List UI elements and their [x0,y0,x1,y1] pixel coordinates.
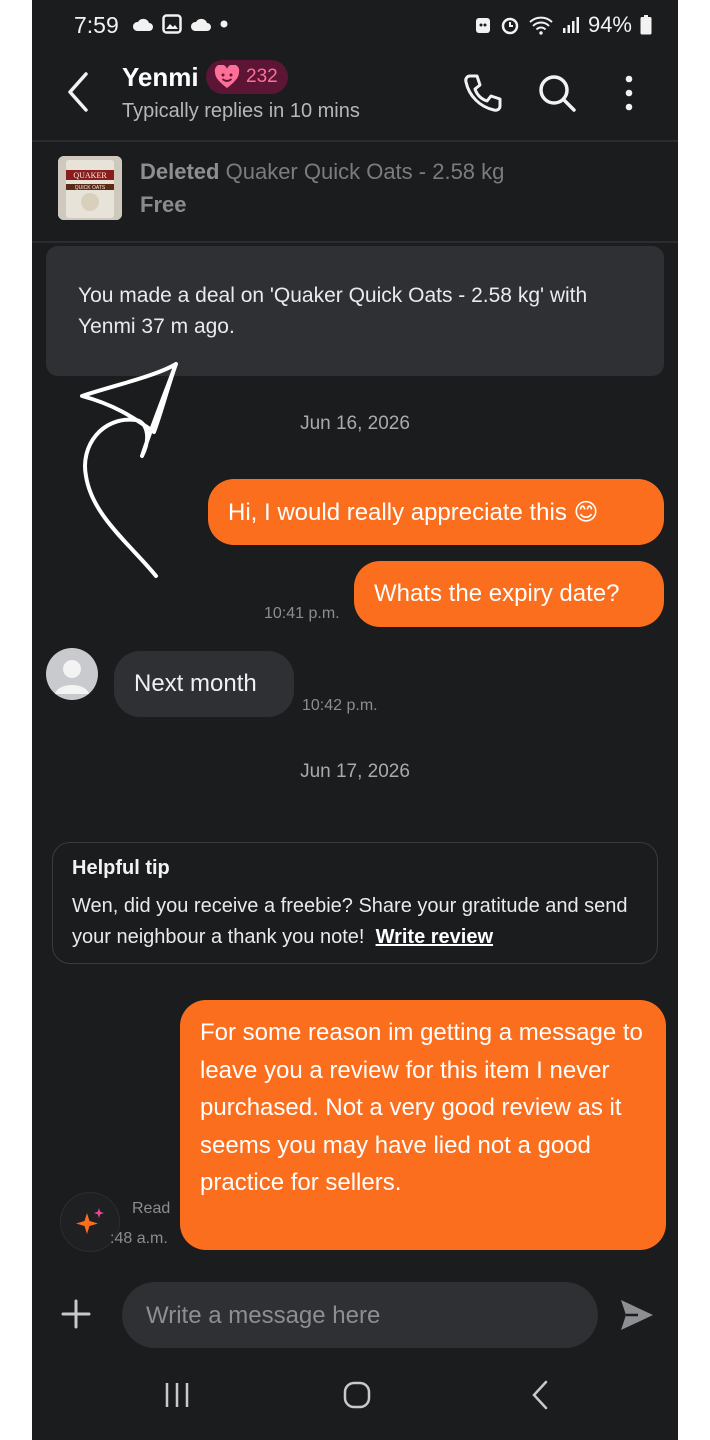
listing-price: Free [140,192,187,217]
deal-notice-text: You made a deal on 'Quaker Quick Oats - … [78,284,588,338]
home-nav-button[interactable] [342,1380,372,1415]
message-text-main: Hi, I would really appreciate this [228,499,567,526]
heart-face-icon [214,65,240,88]
date-divider: Jun 17, 2026 [300,761,410,782]
search-button[interactable] [536,72,578,119]
back-icon [68,72,88,112]
home-nav-icon [343,1381,371,1409]
signal-icon [562,17,579,33]
listing-title[interactable]: Deleted Quaker Quick Oats - 2.58 kg [140,159,504,185]
send-icon [621,1300,653,1330]
message-text: For some reason im getting a message to … [200,1019,643,1196]
karma-badge: 232 [206,60,288,94]
phone-icon [464,74,502,112]
search-icon [539,75,576,112]
thumb-caption: QUICK OATS [75,185,106,191]
tip-body: Wen, did you receive a freebie? Share yo… [72,895,628,948]
chat-title[interactable]: Yenmi [122,62,199,93]
listing-name: Quaker Quick Oats - 2.58 kg [225,159,505,184]
message-text: Whats the expiry date? [374,580,620,607]
message-text: Hi, I would really appreciate this 😊 [228,498,599,527]
status-time: 7:59 [74,12,119,38]
recents-nav-icon [165,1383,189,1407]
avatar[interactable] [46,648,98,700]
dot-icon [220,20,228,28]
listing-status: Deleted [140,159,220,184]
smile-emoji: 😊 [573,499,599,526]
battery-icon [640,15,652,35]
listing-divider [32,241,678,243]
message-input[interactable] [144,1282,588,1350]
message-time: 10:42 p.m. [302,697,378,714]
cloud-icon [132,18,153,31]
sparkle-icon [76,1208,104,1234]
attach-button[interactable] [60,1298,92,1335]
back-button[interactable] [62,70,96,119]
tip-title: Helpful tip [72,857,170,879]
call-button[interactable] [462,72,504,119]
read-receipt: Read [132,1200,171,1217]
status-right: 94% [474,12,652,38]
header-divider [32,140,678,142]
battery-percent: 94% [587,12,632,37]
cloud-icon [190,18,211,31]
hand-drawn-arrow [80,362,178,578]
back-nav-icon [532,1380,548,1410]
reply-time: Typically replies in 10 mins [122,100,360,122]
alarm-icon [501,17,519,35]
thumb-brand: QUAKER [73,171,107,180]
recents-nav-button[interactable] [162,1380,192,1415]
plus-icon [61,1299,91,1329]
message-text: Next month [134,670,257,697]
wifi-icon [529,16,553,35]
status-left-icons [132,14,228,34]
chat-screen: 7:59 94% Yenmi 232 Typically replies in … [32,0,678,1440]
write-review-link[interactable]: Write review [376,926,493,948]
send-button[interactable] [618,1296,656,1339]
message-composer[interactable] [122,1282,598,1350]
badge-count: 232 [246,66,278,87]
listing-thumbnail[interactable]: QUAKER QUICK OATS [58,156,122,220]
user-avatar-icon [55,660,89,694]
message-time: :48 a.m. [110,1230,168,1247]
back-nav-button[interactable] [526,1380,556,1415]
oats-image: QUAKER QUICK OATS [58,156,122,220]
image-icon [162,14,182,34]
date-divider: Jun 16, 2026 [300,413,410,434]
android-icon [475,18,490,33]
more-button[interactable] [622,74,636,117]
tip-text: Wen, did you receive a freebie? Share yo… [72,891,632,953]
message-time: 10:41 p.m. [264,605,340,622]
more-vertical-icon [625,75,633,111]
